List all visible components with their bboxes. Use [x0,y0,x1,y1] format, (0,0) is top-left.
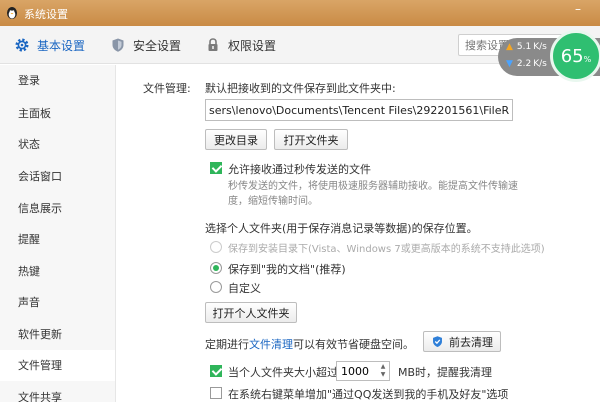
shield-check-icon [433,336,442,348]
tab-permission-settings[interactable]: 权限设置 [205,26,276,64]
cleanup-prefix: 定期进行 [205,338,249,351]
folder-size-reminder-checkbox[interactable] [210,365,222,377]
qq-penguin-icon [7,7,17,19]
tab-label: 权限设置 [228,38,277,53]
folder-size-prefix: 当个人文件夹大小超过 [228,366,338,379]
sidebar-item-reminder[interactable]: 提醒 [0,224,115,255]
usage-percent-value: 65 [560,45,584,67]
gear-icon [15,38,29,52]
context-menu-send-label: 在系统右键菜单增加"通过QQ发送到我的手机及好友"选项 [228,388,509,401]
receive-folder-path-input[interactable] [206,100,512,120]
lock-icon [208,38,218,51]
folder-size-suffix: MB时，提醒我清理 [398,366,493,379]
tab-label: 安全设置 [133,38,182,53]
stepper-up-icon[interactable]: ▲ [378,363,388,371]
allow-instant-transfer-checkbox[interactable] [210,162,222,174]
folder-size-limit-stepper[interactable]: ▲ ▼ [336,361,390,381]
file-management-panel: 文件管理: 默认把接收到的文件保存到此文件夹中: 更改目录 打开文件夹 允许接收… [117,65,600,402]
receive-folder-path-field[interactable] [205,99,513,121]
folder-size-limit-input[interactable] [337,362,375,380]
go-cleanup-button[interactable]: 前去清理 [423,331,501,352]
section-label: 文件管理: [143,82,191,95]
upload-speed-value: 5.1 [516,42,532,52]
usage-percent-unit: % [583,54,592,64]
cleanup-hint: 定期进行文件清理可以有效节省硬盘空间。 [205,336,414,352]
sidebar-item-hotkeys[interactable]: 热键 [0,256,115,287]
radio-my-documents[interactable] [210,262,222,274]
instant-transfer-description-2: 度，缩短传输时间。 [228,196,318,207]
personal-folder-label: 选择个人文件夹(用于保存消息记录等数据)的保存位置。 [205,222,478,235]
go-cleanup-label: 前去清理 [449,335,493,349]
stepper-down-icon[interactable]: ▼ [378,371,388,379]
sidebar-item-sound[interactable]: 声音 [0,287,115,318]
title-bar: 系统设置 – [0,0,600,26]
minimize-button[interactable]: – [570,2,586,18]
sidebar-item-file-sharing[interactable]: 文件共享 [0,382,115,402]
instant-transfer-description-1: 秒传发送的文件，将使用极速服务器辅助接收。能提高文件传输速 [228,181,518,192]
tab-security-settings[interactable]: 安全设置 [110,26,181,64]
window-title: 系统设置 [24,8,68,21]
sidebar-item-software-update[interactable]: 软件更新 [0,319,115,350]
radio-install-directory [210,241,222,253]
change-directory-button[interactable]: 更改目录 [205,129,267,150]
allow-instant-transfer-label: 允许接收通过秒传发送的文件 [228,163,371,176]
upload-speed: ▲ 5.1 K/s [506,42,547,52]
sidebar-item-file-management[interactable]: 文件管理 [0,350,115,381]
file-cleanup-link[interactable]: 文件清理 [249,338,293,351]
open-personal-folder-button[interactable]: 打开个人文件夹 [205,302,297,323]
radio-my-documents-label: 保存到"我的文档"(推荐) [228,263,346,276]
sidebar-item-login[interactable]: 登录 [0,65,115,96]
sidebar-item-chat-window[interactable]: 会话窗口 [0,161,115,192]
tab-basic-settings[interactable]: 基本设置 [14,26,85,64]
sidebar-item-status[interactable]: 状态 [0,129,115,160]
settings-sidebar: 登录 主面板 状态 会话窗口 信息展示 提醒 热键 声音 软件更新 文件管理 文… [0,65,116,402]
sidebar-item-info-display[interactable]: 信息展示 [0,193,115,224]
default-folder-label: 默认把接收到的文件保存到此文件夹中: [205,82,396,95]
upload-speed-unit: K/s [533,42,547,52]
upload-arrow-icon: ▲ [506,42,513,52]
open-folder-button[interactable]: 打开文件夹 [274,129,348,150]
radio-custom-label: 自定义 [228,282,261,295]
context-menu-send-checkbox[interactable] [210,387,222,399]
stepper-arrows[interactable]: ▲ ▼ [378,363,388,379]
sidebar-item-main-panel[interactable]: 主面板 [0,98,115,129]
shield-icon [112,38,124,52]
tab-label: 基本设置 [37,38,86,53]
radio-install-directory-label: 保存到安装目录下(Vista、Windows 7或更高版本的系统不支持此选项) [228,244,545,255]
radio-custom[interactable] [210,281,222,293]
cleanup-suffix: 可以有效节省硬盘空间。 [293,338,414,351]
